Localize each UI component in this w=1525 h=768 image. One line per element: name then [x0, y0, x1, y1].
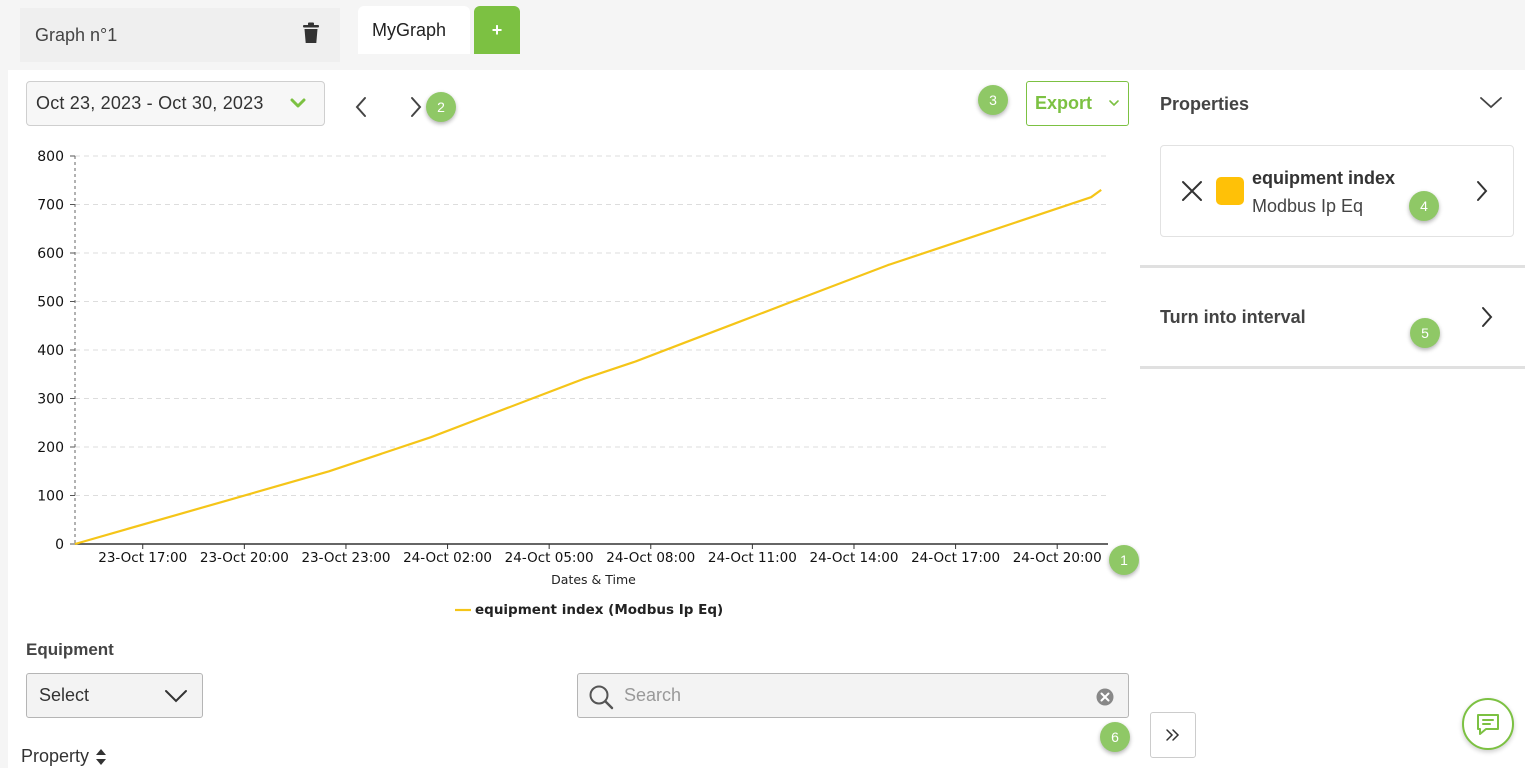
chevron-right-icon — [411, 97, 422, 117]
tab-mygraph[interactable]: MyGraph — [358, 6, 470, 54]
x-tick-label: 23-Oct 20:00 — [200, 550, 289, 566]
divider — [1140, 265, 1525, 268]
y-tick-label: 300 — [37, 392, 64, 408]
step-badge-2: 2 — [426, 92, 456, 122]
property-column-header[interactable]: Property — [21, 746, 107, 767]
search-icon — [589, 685, 614, 710]
chat-button[interactable] — [1462, 698, 1514, 750]
series-color-swatch[interactable] — [1216, 177, 1244, 205]
line-chart: 0 100 200 300 400 500 600 700 800 23-Oct 17:00 23-… — [37, 150, 1108, 618]
property-header-label: Property — [21, 746, 90, 766]
y-tick-label: 500 — [37, 295, 64, 311]
search-input[interactable] — [624, 685, 1064, 706]
x-tick-label: 23-Oct 23:00 — [301, 550, 390, 566]
chat-icon — [1477, 714, 1499, 735]
trash-icon[interactable] — [302, 22, 320, 44]
tab-graph-1[interactable]: Graph n°1 — [20, 8, 340, 62]
turn-into-interval-label[interactable]: Turn into interval — [1160, 307, 1306, 328]
x-tick-label: 24-Oct 11:00 — [708, 550, 797, 566]
date-range-picker[interactable]: Oct 23, 2023 - Oct 30, 2023 — [26, 81, 325, 126]
step-badge-1: 1 — [1109, 545, 1139, 575]
x-tick-label: 24-Oct 20:00 — [1013, 550, 1102, 566]
equipment-select[interactable]: Select — [26, 673, 203, 718]
step-badge-4: 4 — [1409, 191, 1439, 221]
x-axis-label: Dates & Time — [551, 572, 636, 587]
tab-graph-1-label: Graph n°1 — [35, 24, 118, 45]
expand-panel-button[interactable] — [1150, 712, 1196, 758]
x-tick-label: 24-Oct 02:00 — [403, 550, 492, 566]
step-badge-5: 5 — [1410, 318, 1440, 348]
equipment-label: Equipment — [26, 640, 114, 659]
sort-icon — [96, 748, 107, 765]
y-tick-label: 600 — [37, 246, 64, 262]
chevron-down-icon[interactable] — [1480, 94, 1502, 110]
search-field — [577, 673, 1129, 718]
export-button[interactable]: Export — [1026, 81, 1129, 126]
properties-title: Properties — [1160, 94, 1250, 114]
step-badge-6: 6 — [1100, 722, 1130, 752]
step-badge-3: 3 — [978, 85, 1008, 115]
y-tick-label: 100 — [37, 489, 64, 505]
export-label: Export — [1035, 93, 1093, 113]
clear-search-icon[interactable] — [1096, 688, 1114, 706]
chevron-right-icon[interactable] — [1475, 180, 1489, 202]
y-tick-label: 200 — [37, 440, 64, 456]
x-tick-label: 24-Oct 14:00 — [809, 550, 898, 566]
series-card[interactable]: equipment index Modbus Ip Eq 4 — [1160, 145, 1514, 237]
chevron-left-icon — [355, 97, 366, 117]
y-tick-label: 400 — [37, 343, 64, 359]
series-source: Modbus Ip Eq — [1252, 196, 1364, 216]
date-range-value: Oct 23, 2023 - Oct 30, 2023 — [36, 93, 264, 113]
close-icon[interactable] — [1181, 180, 1203, 202]
chevron-down-icon — [1109, 100, 1119, 107]
x-tick-label: 24-Oct 17:00 — [911, 550, 1000, 566]
x-tick-label: 24-Oct 05:00 — [505, 550, 594, 566]
double-chevron-right-icon — [1166, 729, 1180, 741]
y-tick-label: 0 — [55, 537, 64, 553]
y-tick-label: 800 — [37, 150, 64, 165]
chevron-down-icon — [165, 690, 187, 703]
series-name: equipment index — [1252, 168, 1396, 188]
equipment-select-value: Select — [39, 685, 90, 705]
tab-mygraph-label: MyGraph — [372, 19, 447, 40]
plus-icon: + — [491, 19, 503, 40]
previous-period-button[interactable] — [348, 92, 374, 122]
x-tick-label: 24-Oct 08:00 — [606, 550, 695, 566]
legend-label: equipment index (Modbus Ip Eq) — [475, 602, 723, 618]
add-tab-button[interactable]: + — [474, 6, 520, 54]
chevron-down-icon — [290, 98, 306, 108]
properties-sidebar: Properties equipment index Modbus Ip Eq … — [1140, 70, 1525, 768]
tab-bar: Graph n°1 MyGraph + — [0, 0, 1525, 70]
graph-panel: Oct 23, 2023 - Oct 30, 2023 2 3 Export 0… — [8, 70, 1140, 768]
divider — [1140, 366, 1525, 369]
x-tick-label: 23-Oct 17:00 — [98, 550, 187, 566]
chevron-right-icon[interactable] — [1480, 306, 1494, 328]
y-tick-label: 700 — [37, 198, 64, 214]
series-line — [74, 189, 1102, 546]
